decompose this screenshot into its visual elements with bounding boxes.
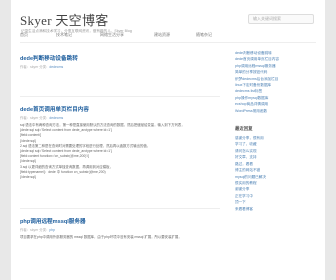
post-meta-text: 作者：skyer 分类： (20, 65, 50, 69)
sidebar-post-link[interactable]: WordPress常用函数 (235, 108, 317, 114)
post-excerpt: sql 语法中有两种查询方法，第一种是直接使用默认的方法查询的数据，然后把值赋给… (20, 123, 220, 180)
post-meta: 作者：skyer 分类：dedecms (20, 115, 220, 120)
post-title-link[interactable]: dede判断移动设备跳转 (20, 54, 220, 62)
sidebar-section-title: 最近回复 (235, 126, 253, 132)
recent-comments-list: 感谢分享，很有用 学习了，收藏 请问怎么实现 好文章，支持 路过，看看 博主的网… (235, 135, 317, 212)
post-category-link[interactable]: dedecms (49, 65, 63, 69)
post-meta-text: 作者：skyer 分类： (20, 116, 50, 120)
sidebar-recent-comments: 最近回复 感谢分享，很有用 学习了，收藏 请问怎么实现 好文章，支持 路过，看看… (235, 126, 317, 212)
header-divider (20, 42, 316, 43)
post-category-link[interactable]: dedecms (49, 116, 63, 120)
nav-item-home[interactable]: 首页 (20, 32, 28, 38)
excerpt-line: 项目要求在php中调用外部服务器的 mssql 数据库，由于php环境中没有安装… (20, 235, 182, 239)
recent-posts-list: dede判断移动设备跳转 dede首页调用单页栏目内容 php调用远程mssql… (235, 50, 317, 114)
post-category-link[interactable]: php (49, 228, 55, 232)
sidebar-recent-posts: dede判断移动设备跳转 dede首页调用单页栏目内容 php调用远程mssql… (235, 50, 317, 114)
post-meta-text: 作者：skyer 分类： (20, 228, 50, 232)
nav-item-resources[interactable]: 建站资源 (154, 32, 170, 38)
site-header: Skyer 天空博客 记录生活点滴和技术学习，分享互联网资讯，做有趣的人，Sky… (20, 10, 316, 50)
post-title-link[interactable]: php调用远程mssql服务器 (20, 217, 220, 225)
post-meta: 作者：skyer 分类：dedecms (20, 64, 220, 69)
post-item: dede判断移动设备跳转 作者：skyer 分类：dedecms (20, 47, 220, 97)
sidebar: dede判断移动设备跳转 dede首页调用单页栏目内容 php调用远程mssql… (235, 50, 317, 216)
post-excerpt: 项目要求在php中调用外部服务器的 mssql 数据库，由于php环境中没有安装… (20, 235, 220, 240)
nav-item-essays[interactable]: 随笔杂记 (196, 32, 212, 38)
sidebar-comment-link[interactable]: 来看看博客 (235, 206, 317, 212)
search-input[interactable]: 输入关键词搜索 (248, 14, 314, 24)
post-item: dede首页调用单页栏目内容 作者：skyer 分类：dedecms sql 语… (20, 97, 220, 209)
nav-item-life[interactable]: 网络生活分享 (100, 32, 124, 38)
post-list: dede判断移动设备跳转 作者：skyer 分类：dedecms dede首页调… (20, 47, 220, 269)
post-title-link[interactable]: dede首页调用单页栏目内容 (20, 105, 220, 113)
site-title[interactable]: Skyer 天空博客 (20, 10, 109, 29)
post-item: php调用远程mssql服务器 作者：skyer 分类：php 项目要求在php… (20, 209, 220, 269)
main-nav: 首页 技术笔记 网络生活分享 建站资源 随笔杂记 (20, 31, 316, 41)
nav-item-tech[interactable]: 技术笔记 (56, 32, 72, 38)
page-container: Skyer 天空博客 记录生活点滴和技术学习，分享互联网资讯，做有趣的人，Sky… (11, 0, 325, 280)
post-meta: 作者：skyer 分类：php (20, 227, 220, 232)
excerpt-line: {/dede:sql} (20, 175, 37, 180)
